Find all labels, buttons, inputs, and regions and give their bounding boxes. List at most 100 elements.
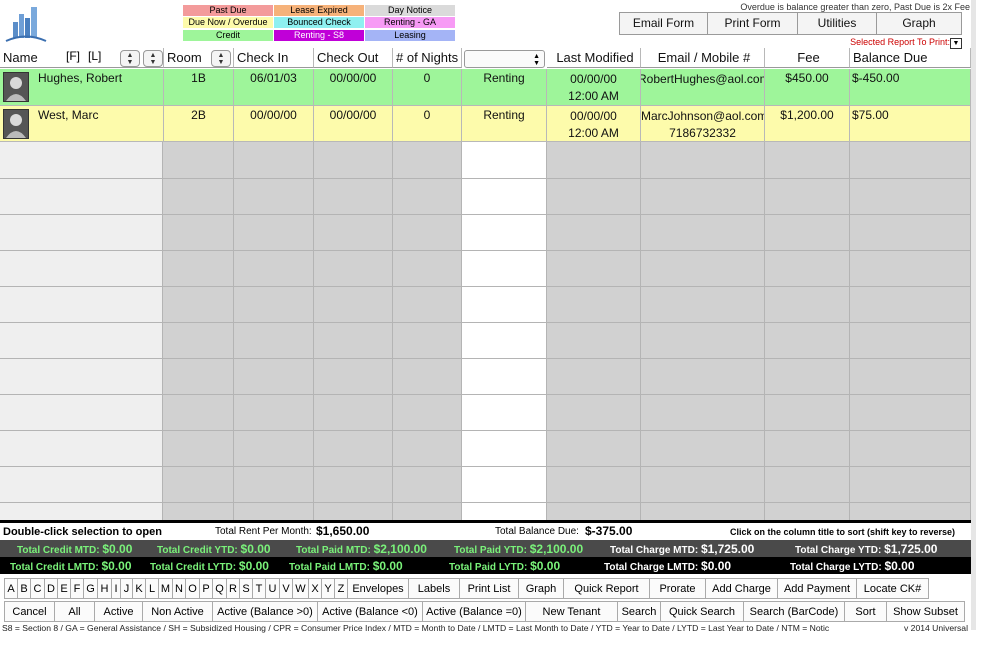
letter-y[interactable]: Y bbox=[322, 578, 335, 599]
letter-m[interactable]: M bbox=[159, 578, 173, 599]
col-fee[interactable]: Fee bbox=[765, 48, 850, 68]
letter-c[interactable]: C bbox=[31, 578, 45, 599]
letter-r[interactable]: R bbox=[227, 578, 240, 599]
balance-cell: $75.00 bbox=[850, 106, 971, 142]
col-last-sort[interactable]: [L] bbox=[88, 49, 101, 63]
check-in-cell: 00/00/00 bbox=[234, 106, 314, 142]
col-check-in[interactable]: Check In bbox=[234, 48, 314, 68]
legend-renting-ga: Renting - GA bbox=[365, 17, 455, 28]
envelopes-button[interactable]: Envelopes bbox=[348, 578, 409, 599]
modified-date: 00/00/00 bbox=[570, 109, 617, 123]
letter-i[interactable]: I bbox=[112, 578, 121, 599]
non-active-button[interactable]: Non Active bbox=[143, 601, 213, 622]
name-stepper-2[interactable]: ▲ ▼ bbox=[143, 50, 163, 67]
email-form-button[interactable]: Email Form bbox=[619, 12, 708, 35]
letter-e[interactable]: E bbox=[58, 578, 71, 599]
locate-ck-button[interactable]: Locate CK# bbox=[857, 578, 929, 599]
graph-top-button[interactable]: Graph bbox=[876, 12, 962, 35]
labels-button[interactable]: Labels bbox=[409, 578, 460, 599]
letter-u[interactable]: U bbox=[266, 578, 280, 599]
all-button[interactable]: All bbox=[55, 601, 95, 622]
col-first-sort[interactable]: [F] bbox=[66, 49, 80, 63]
active-button[interactable]: Active bbox=[95, 601, 143, 622]
col-last-modified[interactable]: Last Modified bbox=[547, 48, 641, 68]
letter-s[interactable]: S bbox=[240, 578, 253, 599]
col-email[interactable]: Email / Mobile # bbox=[641, 48, 765, 68]
name-stepper-1[interactable]: ▲ ▼ bbox=[120, 50, 140, 67]
status-cell: Renting bbox=[462, 106, 547, 142]
mobile-value: 7186732332 bbox=[669, 126, 736, 140]
letter-f[interactable]: F bbox=[71, 578, 84, 599]
add-payment-button[interactable]: Add Payment bbox=[778, 578, 857, 599]
letter-h[interactable]: H bbox=[98, 578, 112, 599]
letter-t[interactable]: T bbox=[253, 578, 266, 599]
tenant-name: West, Marc bbox=[38, 108, 99, 122]
empty-grid bbox=[0, 142, 971, 520]
quick-report-button[interactable]: Quick Report bbox=[564, 578, 650, 599]
letter-p[interactable]: P bbox=[200, 578, 213, 599]
add-charge-button[interactable]: Add Charge bbox=[706, 578, 778, 599]
new-tenant-button[interactable]: New Tenant bbox=[526, 601, 618, 622]
active-balance-eq-button[interactable]: Active (Balance =0) bbox=[423, 601, 526, 622]
row-name-cell: Hughes, Robert bbox=[0, 69, 164, 106]
letter-v[interactable]: V bbox=[280, 578, 293, 599]
search-button[interactable]: Search bbox=[618, 601, 661, 622]
show-subset-button[interactable]: Show Subset bbox=[887, 601, 965, 622]
modified-date: 00/00/00 bbox=[570, 72, 617, 86]
col-check-out-label: Check Out bbox=[317, 50, 379, 65]
graph-button[interactable]: Graph bbox=[519, 578, 564, 599]
check-out-cell: 00/00/00 bbox=[314, 69, 393, 106]
modified-time: 12:00 AM bbox=[568, 126, 619, 140]
total-rent-label: Total Rent Per Month: bbox=[215, 526, 312, 537]
modified-time: 12:00 AM bbox=[568, 89, 619, 103]
sort-button[interactable]: Sort bbox=[845, 601, 887, 622]
total-balance-label: Total Balance Due: bbox=[495, 526, 579, 537]
legend-day-notice: Day Notice bbox=[365, 5, 455, 16]
col-balance[interactable]: Balance Due bbox=[850, 48, 971, 68]
col-check-out[interactable]: Check Out bbox=[314, 48, 393, 68]
letter-l[interactable]: L bbox=[146, 578, 159, 599]
search-barcode-button[interactable]: Search (BarCode) bbox=[744, 601, 845, 622]
status-filter-select[interactable]: ▲ ▼ bbox=[464, 50, 545, 68]
right-scrollbar-track[interactable] bbox=[971, 0, 976, 630]
active-balance-lt-button[interactable]: Active (Balance <0) bbox=[318, 601, 423, 622]
check-out-cell: 00/00/00 bbox=[314, 106, 393, 142]
col-nights[interactable]: # of Nights bbox=[393, 48, 462, 68]
legend-credit: Credit bbox=[183, 30, 273, 41]
balance-cell: $-450.00 bbox=[850, 69, 971, 106]
room-cell: 1B bbox=[164, 69, 234, 106]
letter-x[interactable]: X bbox=[309, 578, 322, 599]
cancel-button[interactable]: Cancel bbox=[4, 601, 55, 622]
avatar bbox=[3, 109, 29, 139]
stat-charge-mtd: Total Charge MTD: $1,725.00 bbox=[610, 542, 755, 556]
print-list-button[interactable]: Print List bbox=[460, 578, 519, 599]
fee-cell: $1,200.00 bbox=[765, 106, 850, 142]
room-cell: 2B bbox=[164, 106, 234, 142]
status-cell: Renting bbox=[462, 69, 547, 106]
letter-o[interactable]: O bbox=[186, 578, 200, 599]
letter-k[interactable]: K bbox=[133, 578, 146, 599]
avatar bbox=[3, 72, 29, 102]
overdue-notice: Overdue is balance greater than zero, Pa… bbox=[740, 2, 970, 12]
legend-leasing: Leasing bbox=[365, 30, 455, 41]
active-balance-gt-button[interactable]: Active (Balance >0) bbox=[213, 601, 318, 622]
room-stepper[interactable]: ▲ ▼ bbox=[211, 50, 231, 67]
letter-z[interactable]: Z bbox=[335, 578, 348, 599]
quick-search-button[interactable]: Quick Search bbox=[661, 601, 744, 622]
letter-q[interactable]: Q bbox=[213, 578, 227, 599]
letter-d[interactable]: D bbox=[45, 578, 58, 599]
letter-b[interactable]: B bbox=[18, 578, 31, 599]
letter-j[interactable]: J bbox=[121, 578, 133, 599]
print-form-button[interactable]: Print Form bbox=[707, 12, 798, 35]
stat-paid-mtd: Total Paid MTD: $2,100.00 bbox=[296, 542, 427, 556]
letter-a[interactable]: A bbox=[4, 578, 18, 599]
email-value: MarcJohnson@aol.com bbox=[641, 109, 765, 123]
utilities-button[interactable]: Utilities bbox=[797, 12, 877, 35]
col-name-label: Name bbox=[3, 50, 38, 65]
app-logo bbox=[4, 4, 48, 44]
letter-g[interactable]: G bbox=[84, 578, 98, 599]
prorate-button[interactable]: Prorate bbox=[650, 578, 706, 599]
letter-n[interactable]: N bbox=[173, 578, 186, 599]
col-nights-label: # of Nights bbox=[396, 50, 459, 65]
letter-w[interactable]: W bbox=[293, 578, 309, 599]
